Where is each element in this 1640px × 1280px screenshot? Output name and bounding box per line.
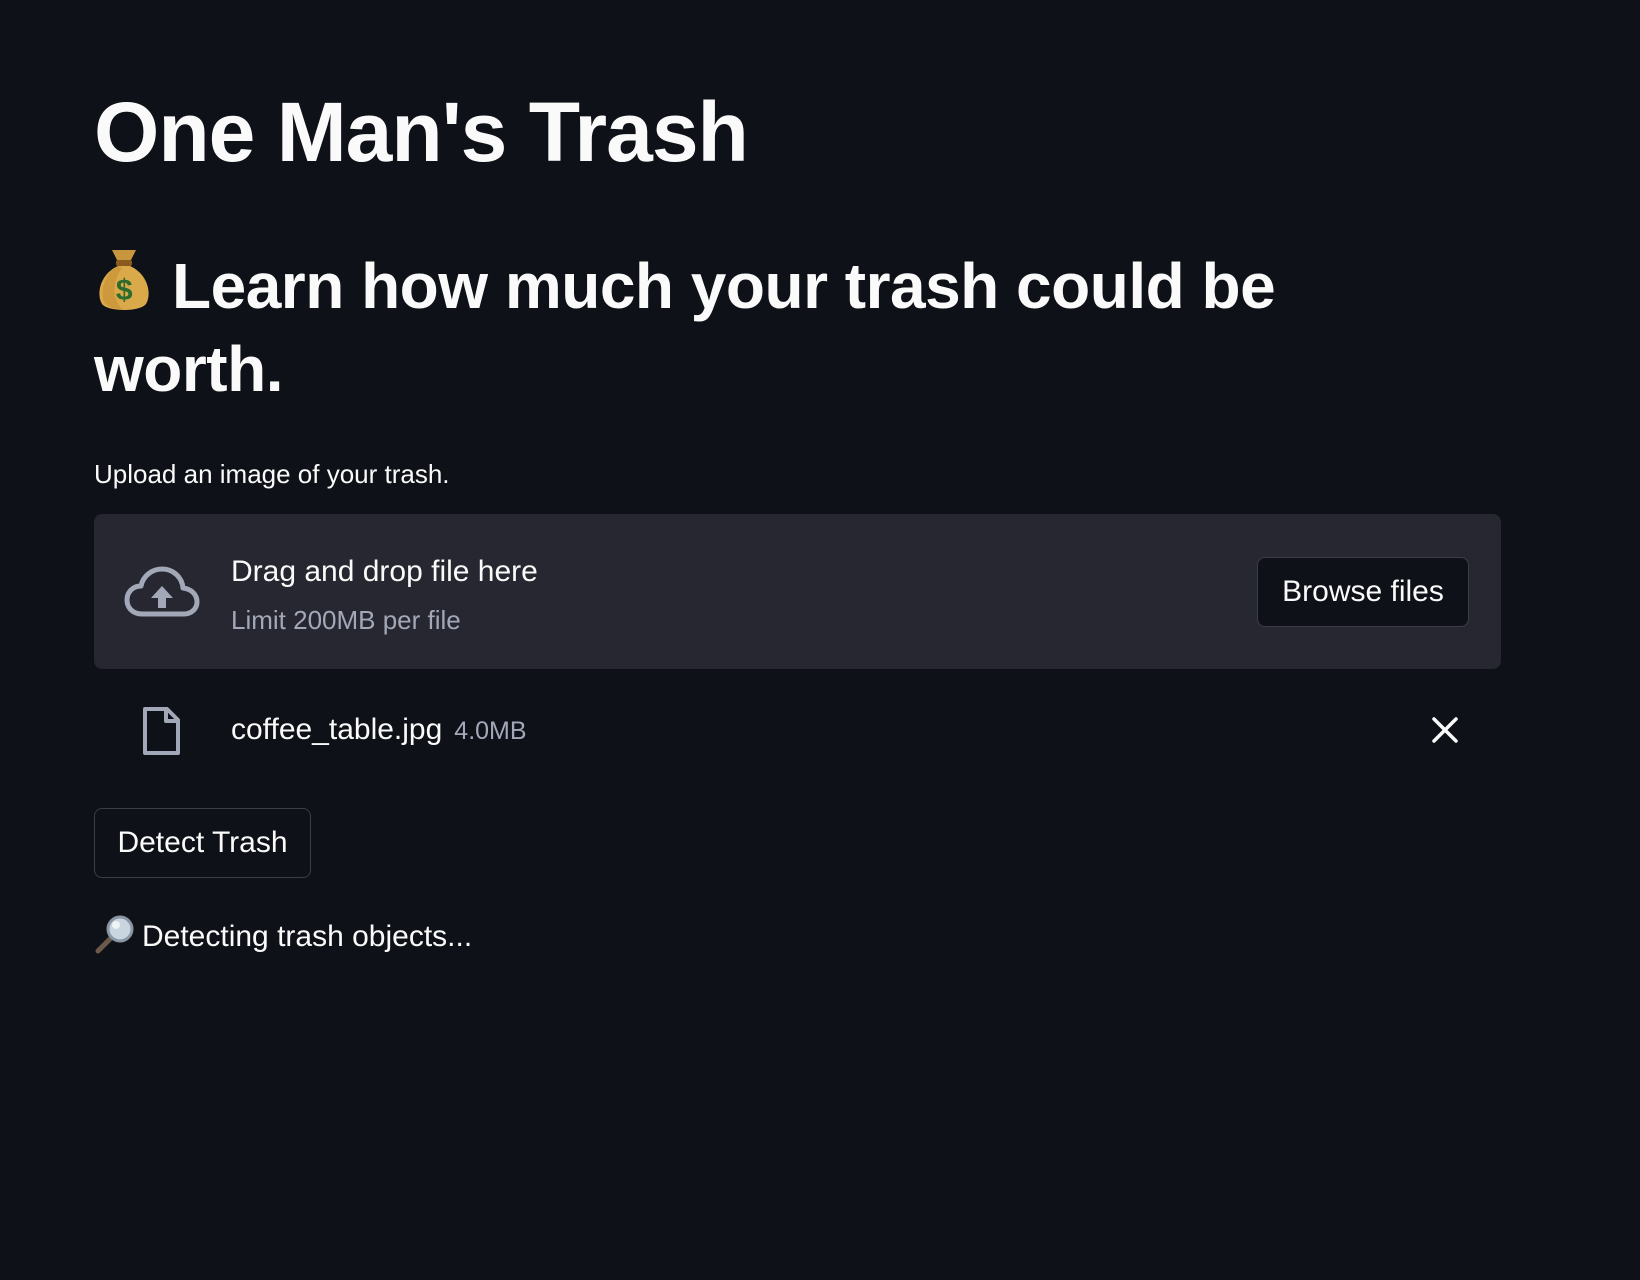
status-text: Detecting trash objects...: [142, 920, 473, 953]
money-bag-icon: $: [99, 250, 149, 310]
cloud-upload-icon: [124, 566, 200, 617]
file-dropzone[interactable]: Drag and drop file here Limit 200MB per …: [94, 514, 1501, 669]
file-name: coffee_table.jpg 4.0MB: [231, 710, 527, 751]
browse-files-button[interactable]: Browse files: [1257, 557, 1469, 627]
page-subheader: $ Learn how much your trash could be wor…: [94, 244, 1394, 411]
file-name-text: coffee_table.jpg: [231, 713, 443, 746]
magnifier-icon: [95, 915, 134, 954]
dropzone-title: Drag and drop file here: [231, 555, 538, 588]
file-icon: [143, 707, 180, 755]
subheader-text: Learn how much your trash could be worth…: [94, 250, 1276, 405]
page-title: One Man's Trash: [94, 85, 749, 179]
file-size: 4.0MB: [454, 717, 527, 745]
detect-trash-button[interactable]: Detect Trash: [94, 808, 311, 878]
dropzone-limit: Limit 200MB per file: [231, 605, 461, 635]
svg-text:$: $: [116, 274, 133, 307]
status-message: Detecting trash objects...: [94, 914, 472, 957]
uploader-label: Upload an image of your trash.: [94, 459, 450, 489]
uploaded-file-row: coffee_table.jpg 4.0MB: [94, 700, 1501, 760]
close-icon[interactable]: [1425, 710, 1465, 750]
